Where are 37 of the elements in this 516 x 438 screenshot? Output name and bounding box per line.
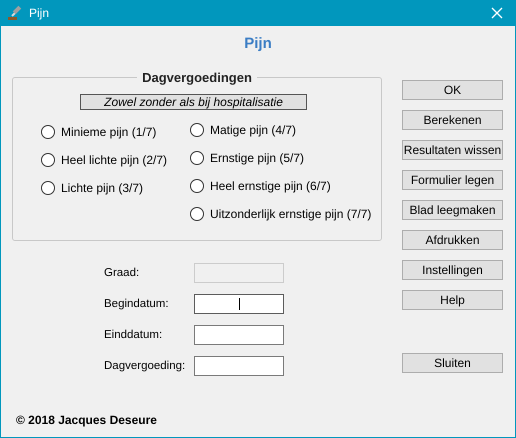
radio-button[interactable] (190, 179, 204, 193)
action-button[interactable]: Blad leegmaken (402, 200, 503, 220)
input-field[interactable] (194, 325, 284, 345)
radio-option[interactable]: Uitzonderlijk ernstige pijn (7/7) (190, 207, 372, 221)
radio-button[interactable] (190, 123, 204, 137)
action-button[interactable]: Help (402, 290, 503, 310)
radio-option[interactable]: Matige pijn (4/7) (190, 123, 372, 137)
radio-button[interactable] (41, 125, 55, 139)
window-title: Pijn (29, 6, 50, 20)
group-legend: Dagvergoedingen (137, 70, 257, 85)
action-button[interactable]: Instellingen (402, 260, 503, 280)
input-field[interactable] (194, 294, 284, 314)
action-button[interactable]: Afdrukken (402, 230, 503, 250)
radio-option[interactable]: Ernstige pijn (5/7) (190, 151, 372, 165)
action-button[interactable]: Berekenen (402, 110, 503, 130)
input-field[interactable] (194, 356, 284, 376)
radio-button[interactable] (190, 207, 204, 221)
action-button[interactable]: OK (402, 80, 503, 100)
radio-option[interactable]: Lichte pijn (3/7) (41, 181, 190, 195)
action-button[interactable]: Resultaten wissen (402, 140, 503, 160)
field-label: Begindatum: (104, 298, 170, 310)
field-label: Einddatum: (104, 329, 164, 341)
radio-button[interactable] (190, 151, 204, 165)
close-button[interactable]: Sluiten (402, 353, 503, 373)
field-label: Graad: (104, 267, 140, 279)
copyright-text: © 2018 Jacques Deseure (16, 413, 158, 427)
radio-button[interactable] (41, 181, 55, 195)
radio-option[interactable]: Minieme pijn (1/7) (41, 125, 190, 139)
info-banner: Zowel zonder als bij hospitalisatie (80, 94, 307, 110)
action-button[interactable]: Formulier legen (402, 170, 503, 190)
radio-option[interactable]: Heel lichte pijn (2/7) (41, 153, 190, 167)
radio-option[interactable]: Heel ernstige pijn (6/7) (190, 179, 372, 193)
page-heading: Pijn (243, 34, 273, 54)
radio-button[interactable] (41, 153, 55, 167)
gavel-icon (7, 5, 23, 21)
field-label: Dagvergoeding: (104, 360, 186, 372)
close-icon[interactable] (491, 7, 503, 19)
